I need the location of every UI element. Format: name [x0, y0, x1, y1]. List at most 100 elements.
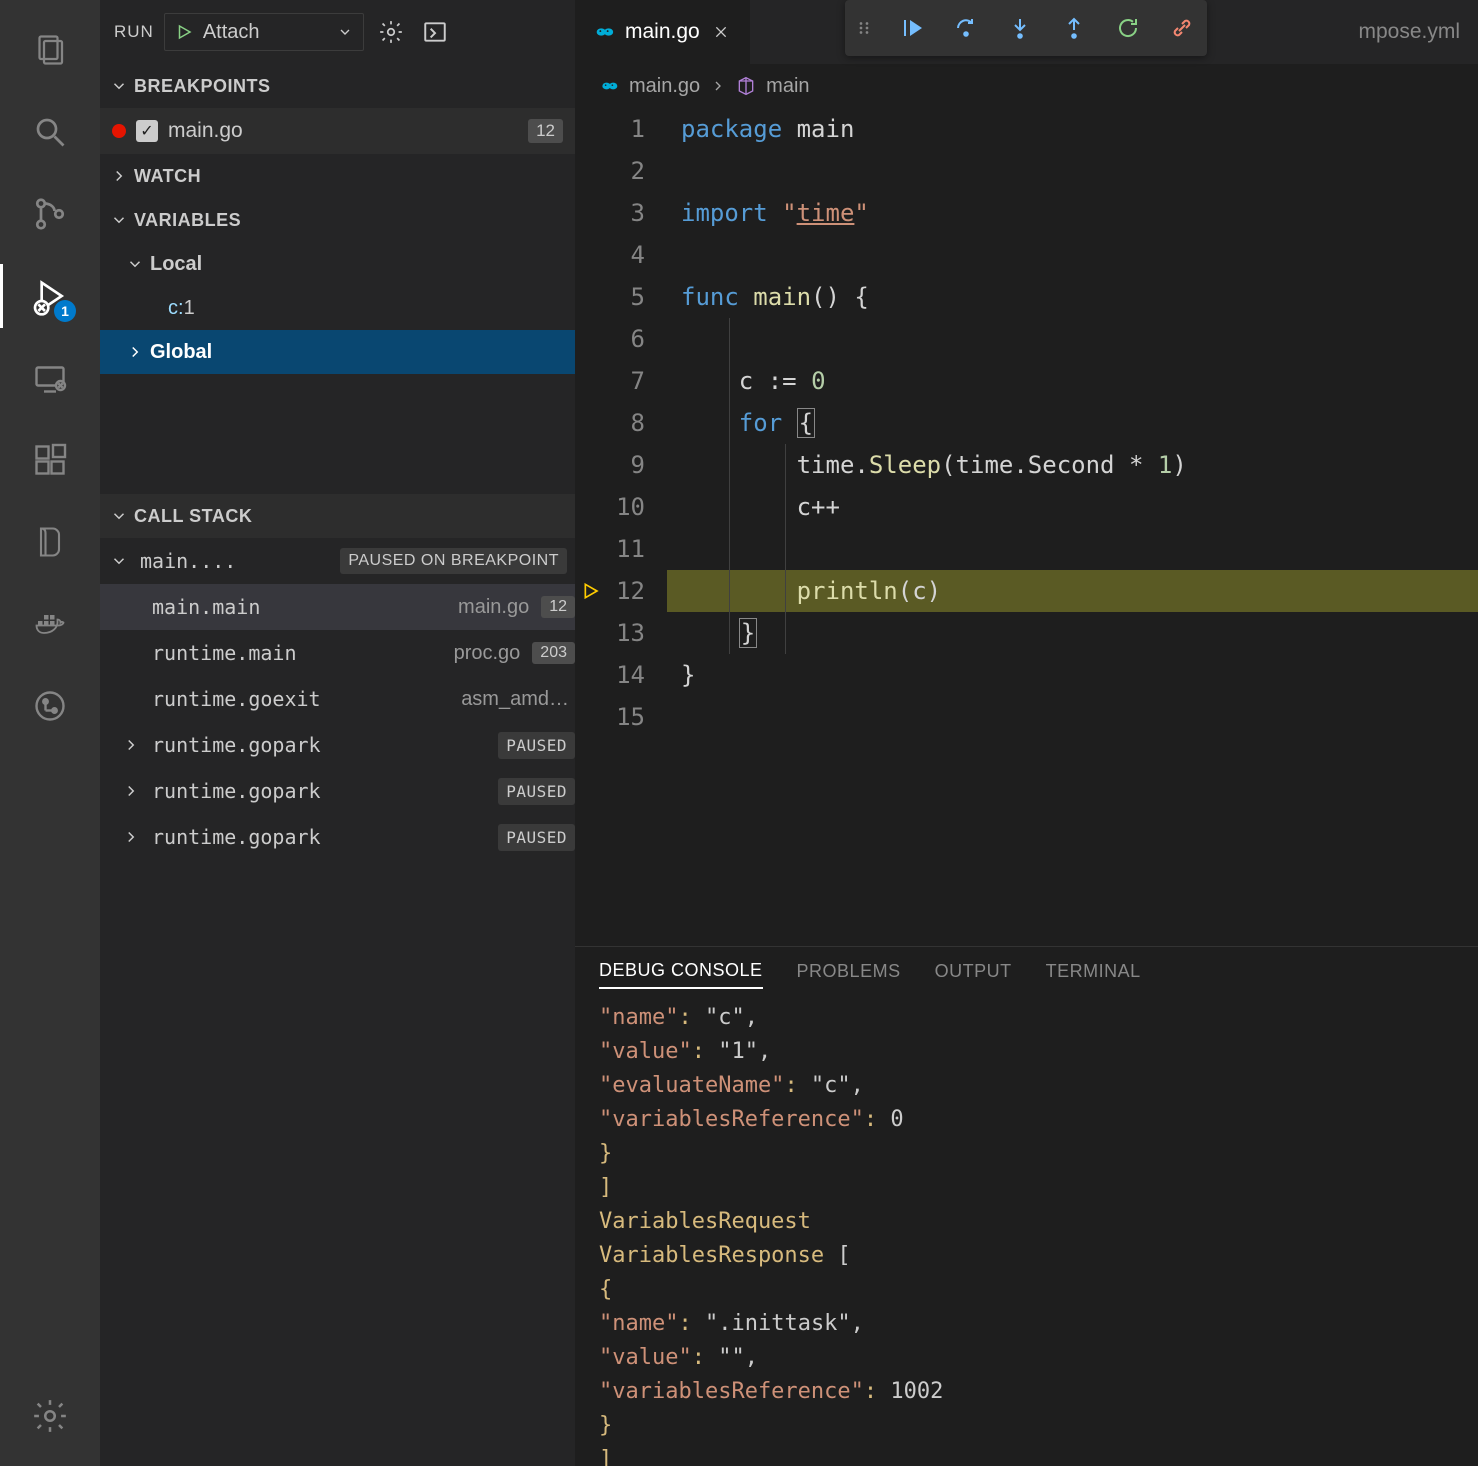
panel-tab-problems[interactable]: PROBLEMS: [797, 961, 901, 988]
debug-console-output[interactable]: "name": "c", "value": "1", "evaluateName…: [575, 1001, 1478, 1466]
restart-button[interactable]: [1113, 13, 1143, 43]
debug-icon[interactable]: 1: [18, 264, 82, 328]
editor-tabs: main.go: [575, 0, 1478, 64]
code-line[interactable]: [667, 150, 1478, 192]
watch-header[interactable]: WATCH: [100, 154, 575, 198]
line-number: 14: [609, 654, 645, 696]
step-into-button[interactable]: [1005, 13, 1035, 43]
callstack-frame[interactable]: runtime.mainproc.go203: [100, 630, 575, 676]
variables-global-scope[interactable]: Global: [100, 330, 575, 374]
panel-tab-output[interactable]: OUTPUT: [935, 961, 1012, 988]
gear-icon[interactable]: [374, 15, 408, 49]
breakpoint-file: main.go: [168, 119, 518, 143]
breakpoints-header[interactable]: BREAKPOINTS: [100, 64, 575, 108]
line-number: 12: [609, 570, 645, 612]
variable-item[interactable]: c: 1: [100, 286, 575, 330]
code-line[interactable]: [667, 528, 1478, 570]
debug-console-icon[interactable]: [418, 15, 452, 49]
code-line[interactable]: func main() {: [667, 276, 1478, 318]
chevron-down-icon: [108, 552, 130, 570]
console-line: }: [599, 1137, 1454, 1171]
callstack-goroutine[interactable]: runtime.goparkPAUSED: [100, 768, 575, 814]
console-line: "variablesReference": 0: [599, 1103, 1454, 1137]
code-line[interactable]: time.Sleep(time.Second * 1): [667, 444, 1478, 486]
console-line: "variablesReference": 1002: [599, 1375, 1454, 1409]
code-line[interactable]: [667, 234, 1478, 276]
code-line[interactable]: }: [667, 612, 1478, 654]
callstack-goroutine[interactable]: runtime.goparkPAUSED: [100, 722, 575, 768]
play-icon: [175, 23, 193, 41]
debug-toolbar: [845, 0, 1207, 56]
git-graph-icon[interactable]: [18, 674, 82, 738]
console-line: "value": "1",: [599, 1035, 1454, 1069]
breakpoint-line: 12: [528, 119, 563, 143]
panel-tab-terminal[interactable]: TERMINAL: [1046, 961, 1141, 988]
code-line[interactable]: import "time": [667, 192, 1478, 234]
docker-icon[interactable]: [18, 592, 82, 656]
run-header: RUN Attach: [100, 0, 575, 64]
run-config-dropdown[interactable]: Attach: [164, 13, 364, 51]
code-line[interactable]: for {: [667, 402, 1478, 444]
continue-button[interactable]: [897, 13, 927, 43]
line-number: 8: [609, 402, 645, 444]
code-line[interactable]: println(c): [667, 570, 1478, 612]
search-icon[interactable]: [18, 100, 82, 164]
step-out-button[interactable]: [1059, 13, 1089, 43]
line-number: 4: [609, 234, 645, 276]
close-icon[interactable]: [710, 21, 732, 43]
tab-main-go[interactable]: main.go: [575, 0, 750, 64]
variables-local-scope[interactable]: Local: [100, 242, 575, 286]
chevron-down-icon: [108, 507, 130, 525]
source-control-icon[interactable]: [18, 182, 82, 246]
go-file-icon: [593, 21, 615, 43]
explorer-icon[interactable]: [18, 18, 82, 82]
remote-explorer-icon[interactable]: [18, 346, 82, 410]
breadcrumb[interactable]: main.go main: [575, 64, 1478, 108]
console-line: "name": ".inittask",: [599, 1307, 1454, 1341]
callstack-frame[interactable]: main.mainmain.go12: [100, 584, 575, 630]
console-line: }: [599, 1409, 1454, 1443]
console-line: "evaluateName": "c",: [599, 1069, 1454, 1103]
code-line[interactable]: [667, 696, 1478, 738]
line-number: 9: [609, 444, 645, 486]
chevron-right-icon: [108, 167, 130, 185]
breakpoint-checkbox[interactable]: ✓: [136, 120, 158, 142]
line-number: 11: [609, 528, 645, 570]
disconnect-button[interactable]: [1167, 13, 1197, 43]
extensions-icon[interactable]: [18, 428, 82, 492]
callstack-frame[interactable]: runtime.goexitasm_amd…: [100, 676, 575, 722]
chevron-down-icon: [124, 255, 146, 273]
line-number: 2: [609, 150, 645, 192]
callstack-header[interactable]: CALL STACK: [100, 494, 575, 538]
drag-handle-icon[interactable]: [855, 19, 873, 37]
breakpoint-item[interactable]: ✓ main.go 12: [100, 108, 575, 154]
chevron-right-icon: [710, 78, 726, 94]
sidebar: RUN Attach BREAKPOINTS: [100, 0, 575, 1466]
run-config-name: Attach: [203, 21, 327, 44]
thread-state-badge: PAUSED ON BREAKPOINT: [340, 548, 567, 574]
line-number: 10: [609, 486, 645, 528]
chevron-down-icon: [108, 77, 130, 95]
run-label: RUN: [114, 22, 154, 42]
line-number: 5: [609, 276, 645, 318]
code-line[interactable]: c := 0: [667, 360, 1478, 402]
code-editor[interactable]: 123456789101112131415 package mainimport…: [575, 108, 1478, 946]
console-line: "value": "",: [599, 1341, 1454, 1375]
code-line[interactable]: c++: [667, 486, 1478, 528]
step-over-button[interactable]: [951, 13, 981, 43]
code-line[interactable]: [667, 318, 1478, 360]
line-number: 15: [609, 696, 645, 738]
line-number: 7: [609, 360, 645, 402]
code-line[interactable]: }: [667, 654, 1478, 696]
variables-header[interactable]: VARIABLES: [100, 198, 575, 242]
code-line[interactable]: package main: [667, 108, 1478, 150]
breakpoint-dot-icon: [112, 124, 126, 138]
panel-tab-debug-console[interactable]: DEBUG CONSOLE: [599, 960, 763, 989]
callstack-goroutine[interactable]: runtime.goparkPAUSED: [100, 814, 575, 860]
console-line: VariablesRequest: [599, 1205, 1454, 1239]
callstack-thread[interactable]: main.... PAUSED ON BREAKPOINT: [100, 538, 575, 584]
bottom-panel: DEBUG CONSOLE PROBLEMS OUTPUT TERMINAL "nam…: [575, 946, 1478, 1466]
database-icon[interactable]: [18, 510, 82, 574]
console-line: ]: [599, 1171, 1454, 1205]
settings-gear-icon[interactable]: [18, 1384, 82, 1448]
